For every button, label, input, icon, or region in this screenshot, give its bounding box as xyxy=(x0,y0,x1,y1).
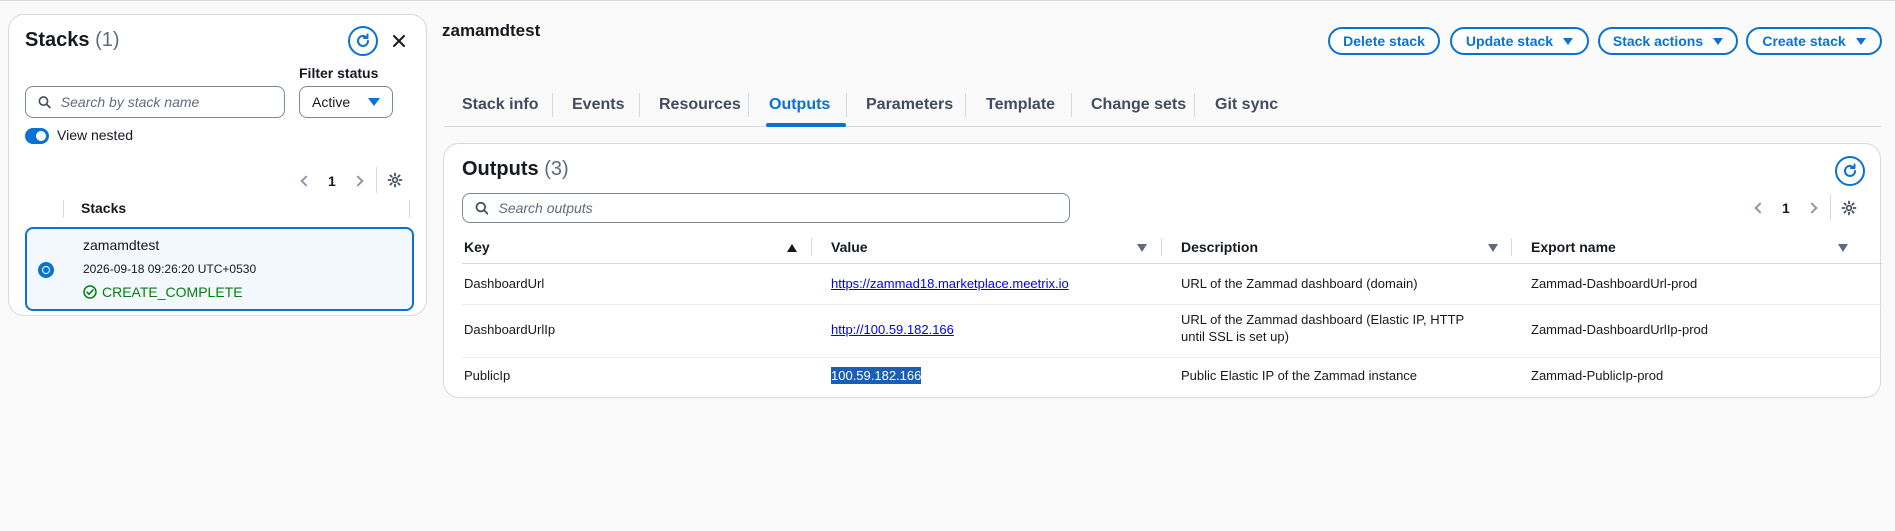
stack-search-input[interactable] xyxy=(58,93,284,111)
column-header-export-name[interactable]: Export name xyxy=(1531,239,1616,255)
tab-events[interactable]: Events xyxy=(572,83,624,127)
tab-divider xyxy=(846,93,847,117)
search-icon xyxy=(475,201,489,215)
sort-descending-icon[interactable] xyxy=(1488,244,1498,252)
output-export-name: Zammad-PublicIp-prod xyxy=(1531,368,1664,383)
outputs-panel: Outputs (3) 1 Key Value Description Expo… xyxy=(443,143,1882,398)
delete-stack-button[interactable]: Delete stack xyxy=(1328,27,1440,55)
sort-ascending-icon[interactable] xyxy=(787,244,797,252)
active-tab-indicator xyxy=(766,123,846,127)
chevron-left-icon[interactable] xyxy=(300,175,312,187)
outputs-search-field[interactable] xyxy=(462,193,1070,223)
view-nested-toggle[interactable] xyxy=(25,128,49,144)
refresh-stacks-button[interactable] xyxy=(348,26,378,56)
page-title: zamamdtest xyxy=(442,21,541,40)
stacks-column-header[interactable]: Stacks xyxy=(81,200,126,216)
output-value-link[interactable]: http://100.59.182.166 xyxy=(831,321,954,338)
stack-actions-button[interactable]: Stack actions xyxy=(1598,27,1738,55)
output-key: DashboardUrlIp xyxy=(464,322,556,337)
caret-down-icon xyxy=(1563,37,1574,45)
success-check-icon xyxy=(83,285,97,299)
column-divider xyxy=(1161,238,1162,256)
output-export-name: Zammad-DashboardUrlIp-prod xyxy=(1531,322,1709,337)
filter-status-value: Active xyxy=(312,94,351,110)
tab-resources[interactable]: Resources xyxy=(659,83,741,127)
column-header-value[interactable]: Value xyxy=(831,239,868,255)
filter-status-label: Filter status xyxy=(299,65,379,81)
header-divider xyxy=(462,263,1882,264)
tab-template[interactable]: Template xyxy=(986,83,1055,127)
stacks-page-number[interactable]: 1 xyxy=(328,173,336,189)
divider xyxy=(376,167,377,193)
chevron-left-icon[interactable] xyxy=(1754,202,1766,214)
tab-divider xyxy=(1071,93,1072,117)
column-divider xyxy=(1511,238,1512,256)
tab-stack-info[interactable]: Stack info xyxy=(462,83,538,127)
column-header-key[interactable]: Key xyxy=(464,239,490,255)
refresh-outputs-button[interactable] xyxy=(1835,156,1865,186)
divider xyxy=(409,200,410,218)
row-divider xyxy=(462,357,1882,358)
divider xyxy=(63,200,64,218)
stack-radio-selected[interactable] xyxy=(38,262,54,278)
stacks-panel: Stacks (1) Filter status Active View nes… xyxy=(8,14,427,316)
stack-row-selected[interactable]: zamamdtest 2026-09-18 09:26:20 UTC+0530 … xyxy=(25,227,414,311)
chevron-right-icon[interactable] xyxy=(352,175,364,187)
stacks-settings-button[interactable] xyxy=(387,172,403,193)
stack-search-field[interactable] xyxy=(25,86,285,118)
gear-icon xyxy=(387,172,403,188)
output-export-name: Zammad-DashboardUrl-prod xyxy=(1531,276,1698,291)
tab-divider xyxy=(639,93,640,117)
row-divider xyxy=(462,304,1882,305)
stacks-table-header: Stacks xyxy=(25,198,414,220)
tab-parameters[interactable]: Parameters xyxy=(866,83,953,127)
caret-down-icon xyxy=(1855,37,1866,45)
output-description: URL of the Zammad dashboard (domain) xyxy=(1181,276,1418,291)
tab-git-sync[interactable]: Git sync xyxy=(1215,83,1278,127)
refresh-icon xyxy=(357,33,369,47)
search-icon xyxy=(38,96,51,109)
output-value-selected[interactable]: 100.59.182.166 xyxy=(831,367,922,384)
tab-divider xyxy=(552,93,553,117)
stack-created-time: 2026-09-18 09:26:20 UTC+0530 xyxy=(83,262,257,276)
tab-outputs[interactable]: Outputs xyxy=(769,83,830,127)
stacks-pagination: 1 xyxy=(300,173,364,189)
gear-icon xyxy=(1841,200,1857,216)
outputs-pagination: 1 xyxy=(1754,200,1818,216)
close-icon xyxy=(393,35,405,47)
stacks-panel-title: Stacks (1) xyxy=(25,29,120,51)
tab-change-sets[interactable]: Change sets xyxy=(1091,83,1186,127)
stack-name[interactable]: zamamdtest xyxy=(83,237,159,253)
chevron-right-icon[interactable] xyxy=(1806,202,1818,214)
sort-descending-icon[interactable] xyxy=(1137,244,1147,252)
column-divider xyxy=(811,238,812,256)
output-key: DashboardUrl xyxy=(464,276,545,291)
update-stack-button[interactable]: Update stack xyxy=(1450,27,1589,55)
stack-status: CREATE_COMPLETE xyxy=(83,284,243,300)
outputs-search-input[interactable] xyxy=(496,199,1069,217)
output-description: URL of the Zammad dashboard (Elastic IP,… xyxy=(1181,312,1464,344)
outputs-title: Outputs (3) xyxy=(462,158,569,180)
stack-tabs: Stack info Events Resources Outputs Para… xyxy=(444,83,1881,127)
outputs-settings-button[interactable] xyxy=(1841,200,1857,221)
tab-divider xyxy=(748,93,749,117)
column-header-description[interactable]: Description xyxy=(1181,239,1258,255)
view-nested-label: View nested xyxy=(57,127,134,143)
caret-down-icon xyxy=(368,98,380,106)
tab-divider xyxy=(1194,93,1195,117)
sort-descending-icon[interactable] xyxy=(1838,244,1848,252)
output-value-link[interactable]: https://zammad18.marketplace.meetrix.io xyxy=(831,275,1069,292)
refresh-icon xyxy=(1844,163,1856,177)
close-panel-button[interactable] xyxy=(387,29,411,53)
output-description: Public Elastic IP of the Zammad instance xyxy=(1181,368,1418,383)
outputs-page-number[interactable]: 1 xyxy=(1782,200,1790,216)
filter-status-select[interactable]: Active xyxy=(299,86,393,118)
tab-divider xyxy=(965,93,966,117)
caret-down-icon xyxy=(1713,37,1724,45)
create-stack-button[interactable]: Create stack xyxy=(1746,27,1882,55)
divider xyxy=(1830,194,1831,220)
output-key: PublicIp xyxy=(464,368,511,383)
